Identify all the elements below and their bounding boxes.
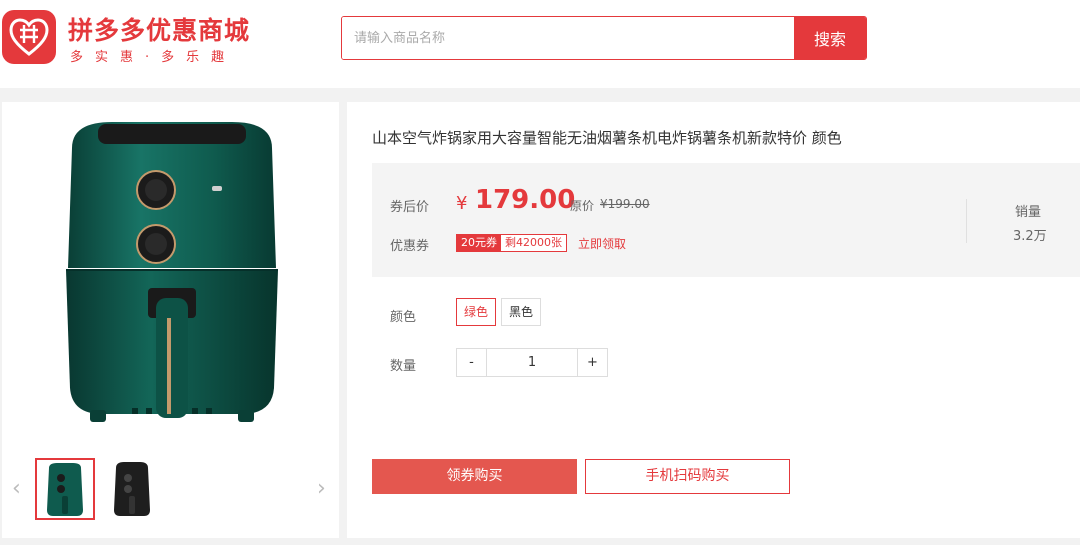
coupon-value: 20元券 [457,235,501,251]
product-info: 山本空气炸锅家用大容量智能无油烟薯条机电炸锅薯条机新款特价 颜色 券后价 ¥ 1… [347,102,1080,538]
product-gallery: ‹ › [2,102,339,538]
price-value: 179.00 [475,185,576,215]
color-label: 颜色 [390,310,417,325]
thumbnail-green[interactable] [35,458,95,520]
price-label: 券后价 [390,200,430,215]
product-main-image [52,118,292,428]
scan-to-buy-button[interactable]: 手机扫码购买 [585,459,790,494]
brand-name[interactable]: 拼多多优惠商城 [68,11,250,47]
search-input[interactable] [342,17,794,59]
price-panel: 券后价 ¥ 179.00 原价 ¥199.00 优惠券 20元券 剩42000张… [372,163,1080,277]
claim-coupon-link[interactable]: 立即领取 [578,235,626,252]
coupon-label: 优惠券 [390,239,430,254]
quantity-input[interactable]: 1 [486,349,578,376]
brand-slogan: 多实惠·多乐趣 [70,50,237,65]
coupon-tag: 20元券 剩42000张 [456,234,567,252]
divider [966,199,967,243]
color-option-black[interactable]: 黑色 [501,298,542,326]
original-price-label: 原价 [570,199,595,213]
original-price-value: ¥199.00 [600,197,650,211]
search-button[interactable]: 搜索 [794,17,866,59]
quantity-label: 数量 [390,359,417,374]
thumbnail-black[interactable] [102,458,162,520]
currency-symbol: ¥ [456,193,468,214]
product-title: 山本空气炸锅家用大容量智能无油烟薯条机电炸锅薯条机新款特价 颜色 [372,129,842,147]
chevron-right-icon[interactable]: › [317,476,326,501]
pinduoduo-logo-icon[interactable] [2,10,56,64]
quantity-plus-button[interactable]: + [578,349,607,376]
sales-value: 3.2万 [1013,229,1047,244]
quantity-minus-button[interactable]: - [457,349,486,376]
chevron-left-icon[interactable]: ‹ [12,476,21,501]
search-bar: 搜索 [341,16,867,60]
color-option-green[interactable]: 绿色 [456,298,497,326]
sales-label: 销量 [1015,205,1042,220]
coupon-remaining: 剩42000张 [501,235,566,251]
quantity-stepper: - 1 + [456,348,608,377]
claim-coupon-buy-button[interactable]: 领券购买 [372,459,577,494]
header: 拼多多优惠商城 多实惠·多乐趣 搜索 [0,0,1080,88]
